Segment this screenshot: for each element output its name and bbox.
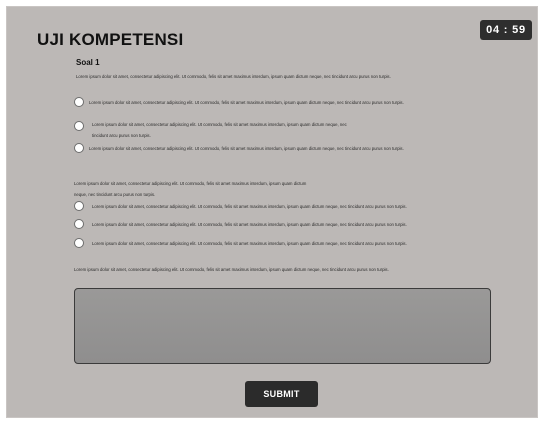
countdown-timer: 04 : 59 — [480, 20, 532, 40]
essay-answer-textarea[interactable] — [74, 288, 491, 364]
q2-option-1-label: Lorem ipsum dolor sit amet, consectetur … — [92, 204, 407, 209]
q2-option-2-label: Lorem ipsum dolor sit amet, consectetur … — [92, 222, 407, 227]
q2-option-3-label: Lorem ipsum dolor sit amet, consectetur … — [92, 241, 407, 246]
q2-option-1-radio[interactable] — [74, 201, 84, 211]
question-1-label: Soal 1 — [76, 58, 100, 67]
submit-button[interactable]: SUBMIT — [245, 381, 318, 407]
q2-option-2-radio[interactable] — [74, 219, 84, 229]
question-2-prompt: Lorem ipsum dolor sit amet, consectetur … — [74, 181, 307, 186]
q1-option-3-label: Lorem ipsum dolor sit amet, consectetur … — [89, 146, 404, 151]
page-title: UJI KOMPETENSI — [37, 30, 184, 49]
q1-option-2-label: Lorem ipsum dolor sit amet, consectetur … — [92, 122, 347, 127]
question-3-prompt: Lorem ipsum dolor sit amet, consectetur … — [74, 267, 389, 272]
q2-option-3-radio[interactable] — [74, 238, 84, 248]
q1-option-1-radio[interactable] — [74, 97, 84, 107]
q1-option-1-label: Lorem ipsum dolor sit amet, consectetur … — [89, 100, 404, 105]
q1-option-2-radio[interactable] — [74, 121, 84, 131]
q1-option-2-label-cont: tincidunt arcu purus non turpis. — [92, 133, 151, 138]
q1-option-3-radio[interactable] — [74, 143, 84, 153]
question-2-prompt-cont: neque, nec tincidunt arcu purus non turp… — [74, 192, 156, 197]
question-1-prompt: Lorem ipsum dolor sit amet, consectetur … — [76, 74, 391, 79]
